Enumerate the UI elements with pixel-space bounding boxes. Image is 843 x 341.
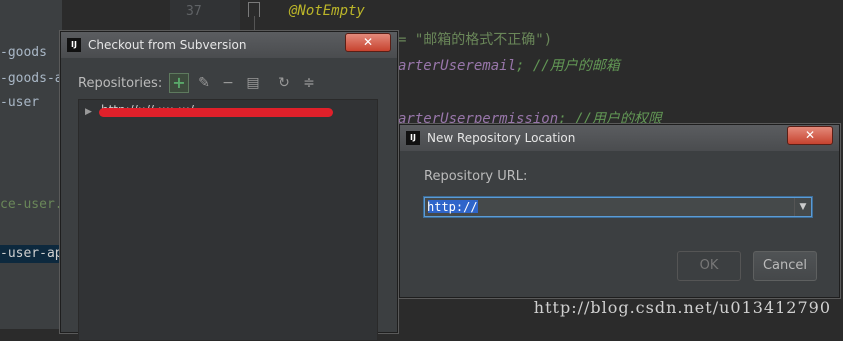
tree-item-selected[interactable]: -user-ap	[0, 245, 62, 263]
repository-url-label: Repository URL:	[424, 169, 528, 184]
tree-item[interactable]: ce-user.in	[0, 196, 62, 214]
new-repository-dialog: IJ New Repository Location ✕ Repository …	[399, 124, 840, 298]
tree-item[interactable]: -goods-a	[0, 70, 62, 88]
chevron-down-icon[interactable]: ▼	[794, 198, 811, 216]
checkout-window: IJ Checkout from Subversion ✕ Repositori…	[60, 31, 398, 341]
new-repo-dialog-title: New Repository Location	[427, 131, 576, 145]
code-line-message: = "邮箱的格式不正确")	[398, 32, 553, 48]
code-line-email: arterUseremail; //用户的邮箱	[398, 55, 620, 75]
new-repo-titlebar[interactable]: IJ New Repository Location ✕	[400, 125, 839, 151]
intellij-logo-icon: IJ	[406, 131, 420, 145]
repository-url-input[interactable]	[427, 199, 787, 215]
line-number: 37	[186, 4, 202, 19]
remove-repository-button[interactable]: −	[218, 73, 238, 93]
watermark: http://blog.csdn.net/u013412790	[533, 298, 831, 317]
expand-arrow-icon[interactable]: ▶	[85, 107, 92, 117]
collapse-all-button[interactable]: ≑	[299, 73, 319, 93]
add-repository-button[interactable]: +	[169, 73, 189, 93]
redaction-mark	[99, 108, 333, 117]
repositories-label: Repositories:	[78, 76, 163, 91]
repository-list[interactable]: ▶ http://:://.::::.:::/...	[78, 99, 378, 341]
refresh-button[interactable]: ↻	[274, 73, 294, 93]
code-annotation: @NotEmpty	[289, 3, 365, 19]
code-comment: ; //用户的邮箱	[516, 58, 620, 74]
project-tree-panel: -goods -goods-a -user ce-user.in -user-a…	[0, 0, 62, 329]
intellij-logo-icon: IJ	[67, 38, 81, 52]
new-repo-close-button[interactable]: ✕	[787, 126, 833, 145]
checkout-close-button[interactable]: ✕	[345, 33, 391, 52]
browse-repository-button[interactable]: ▤	[243, 73, 263, 93]
ok-button[interactable]: OK	[677, 251, 741, 281]
cancel-button[interactable]: Cancel	[753, 251, 817, 281]
checkout-titlebar[interactable]: IJ Checkout from Subversion ✕	[61, 32, 397, 58]
edit-repository-button[interactable]: ✎	[194, 73, 214, 93]
repository-url-combo[interactable]: ▼	[424, 197, 812, 217]
checkout-window-title: Checkout from Subversion	[88, 38, 247, 52]
code-field: arterUseremail	[398, 58, 517, 74]
tree-item[interactable]: -goods	[0, 44, 47, 62]
tree-item[interactable]: -user	[0, 94, 39, 112]
bookmark-icon	[248, 2, 260, 17]
